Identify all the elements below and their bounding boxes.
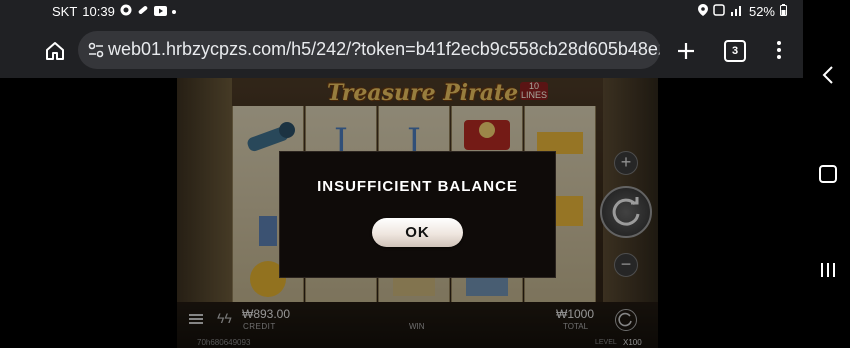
hd-voice-icon bbox=[713, 4, 725, 19]
status-bar: SKT 10:39 52% bbox=[0, 0, 803, 24]
more-menu-button[interactable] bbox=[772, 38, 786, 64]
more-menu-icon bbox=[777, 41, 781, 45]
nav-home-icon[interactable] bbox=[819, 165, 837, 183]
insufficient-balance-dialog: INSUFFICIENT BALANCE OK bbox=[279, 151, 556, 278]
signal-icon bbox=[730, 4, 744, 19]
system-navigation-bar bbox=[803, 0, 850, 348]
ok-button[interactable]: OK bbox=[372, 218, 463, 247]
chat-icon bbox=[120, 4, 132, 19]
address-bar[interactable]: web01.hrbzycpzs.com/h5/242/?token=b41f2e… bbox=[78, 31, 660, 69]
link-icon bbox=[137, 4, 149, 19]
url-text[interactable]: web01.hrbzycpzs.com/h5/242/?token=b41f2e… bbox=[108, 39, 660, 60]
new-tab-button[interactable] bbox=[673, 36, 699, 66]
battery-icon bbox=[780, 4, 787, 19]
new-tab-icon bbox=[678, 43, 694, 59]
notification-dot-icon bbox=[171, 9, 176, 14]
carrier-label: SKT bbox=[52, 4, 78, 19]
tab-count: 3 bbox=[731, 45, 739, 57]
battery-percent: 52% bbox=[748, 4, 775, 19]
youtube-icon bbox=[153, 4, 167, 19]
browser-toolbar: web01.hrbzycpzs.com/h5/242/?token=b41f2e… bbox=[0, 24, 803, 78]
site-settings-icon[interactable] bbox=[86, 40, 106, 60]
home-icon bbox=[46, 42, 64, 60]
recent-apps-icon[interactable] bbox=[820, 262, 836, 278]
home-button[interactable] bbox=[40, 36, 70, 66]
dialog-title: INSUFFICIENT BALANCE bbox=[317, 178, 518, 195]
clock-time: 10:39 bbox=[82, 4, 115, 19]
location-icon bbox=[697, 4, 708, 19]
tabs-button[interactable]: 3 bbox=[724, 40, 746, 62]
back-icon[interactable] bbox=[819, 64, 837, 86]
